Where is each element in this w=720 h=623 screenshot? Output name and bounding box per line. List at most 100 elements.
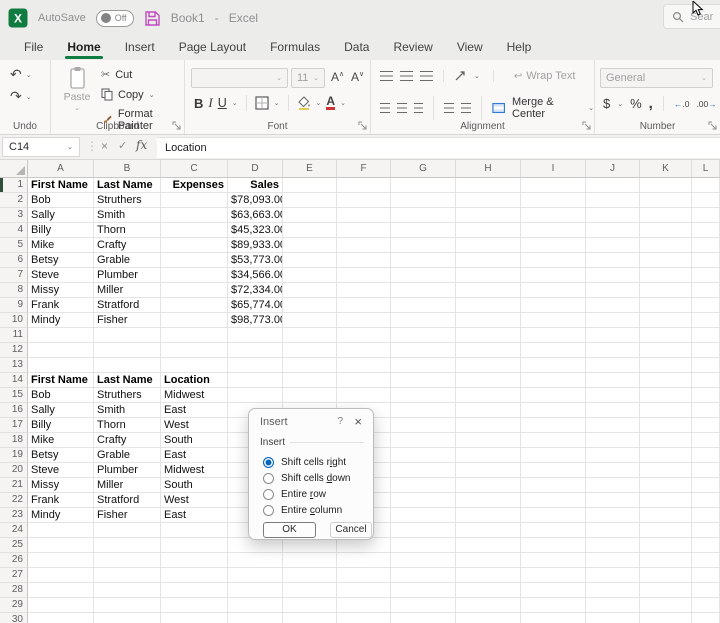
row-header-7[interactable]: 7 <box>0 268 28 283</box>
tab-review[interactable]: Review <box>381 36 444 60</box>
cell-B10[interactable]: Fisher <box>94 313 161 328</box>
cell-F5[interactable] <box>337 238 391 253</box>
formula-input[interactable]: Location <box>157 137 720 158</box>
cell-A19[interactable]: Betsy <box>28 448 94 463</box>
cell-H17[interactable] <box>456 418 521 433</box>
row-header-9[interactable]: 9 <box>0 298 28 313</box>
cell-D6[interactable]: $53,773.00 <box>228 253 283 268</box>
cell-A20[interactable]: Steve <box>28 463 94 478</box>
comma-format-button[interactable]: , <box>649 99 653 109</box>
confirm-entry-icon[interactable]: ✓ <box>118 139 127 152</box>
cell-B6[interactable]: Grable <box>94 253 161 268</box>
cell-C30[interactable] <box>161 613 228 623</box>
cell-C27[interactable] <box>161 568 228 583</box>
cell-J20[interactable] <box>586 463 640 478</box>
cell-I10[interactable] <box>521 313 586 328</box>
cell-D13[interactable] <box>228 358 283 373</box>
cell-I20[interactable] <box>521 463 586 478</box>
italic-button[interactable]: I <box>208 95 212 111</box>
cell-F27[interactable] <box>337 568 391 583</box>
cell-G25[interactable] <box>391 538 456 553</box>
close-icon[interactable]: × <box>354 414 362 429</box>
cell-K25[interactable] <box>640 538 692 553</box>
cell-B22[interactable]: Stratford <box>94 493 161 508</box>
cell-H7[interactable] <box>456 268 521 283</box>
font-dialog-launcher-icon[interactable] <box>358 121 367 130</box>
cell-L1[interactable] <box>692 178 720 193</box>
wrap-text-button[interactable]: ↩ Wrap Text <box>514 70 576 82</box>
column-header-A[interactable]: A <box>28 160 94 178</box>
column-header-C[interactable]: C <box>161 160 228 178</box>
cell-G6[interactable] <box>391 253 456 268</box>
cell-F29[interactable] <box>337 598 391 613</box>
cell-E4[interactable] <box>283 223 337 238</box>
cell-A5[interactable]: Mike <box>28 238 94 253</box>
percent-format-button[interactable]: % <box>630 96 642 111</box>
cell-I1[interactable] <box>521 178 586 193</box>
tab-view[interactable]: View <box>445 36 495 60</box>
cell-L5[interactable] <box>692 238 720 253</box>
cell-I13[interactable] <box>521 358 586 373</box>
cell-L23[interactable] <box>692 508 720 523</box>
row-header-26[interactable]: 26 <box>0 553 28 568</box>
row-header-4[interactable]: 4 <box>0 223 28 238</box>
column-header-J[interactable]: J <box>586 160 640 178</box>
cell-C4[interactable] <box>161 223 228 238</box>
cell-D25[interactable] <box>228 538 283 553</box>
cell-E30[interactable] <box>283 613 337 623</box>
cell-G9[interactable] <box>391 298 456 313</box>
cut-button[interactable]: ✂ Cut <box>101 68 184 81</box>
cell-E25[interactable] <box>283 538 337 553</box>
cell-C16[interactable]: East <box>161 403 228 418</box>
help-icon[interactable]: ? <box>337 416 343 427</box>
cell-F8[interactable] <box>337 283 391 298</box>
cell-D15[interactable] <box>228 388 283 403</box>
cell-C26[interactable] <box>161 553 228 568</box>
cell-K16[interactable] <box>640 403 692 418</box>
cell-D4[interactable]: $45,323.00 <box>228 223 283 238</box>
cell-A1[interactable]: First Name <box>28 178 94 193</box>
cell-C21[interactable]: South <box>161 478 228 493</box>
cell-H16[interactable] <box>456 403 521 418</box>
cell-C15[interactable]: Midwest <box>161 388 228 403</box>
cell-B4[interactable]: Thorn <box>94 223 161 238</box>
cell-J9[interactable] <box>586 298 640 313</box>
cell-B18[interactable]: Crafty <box>94 433 161 448</box>
cell-I22[interactable] <box>521 493 586 508</box>
cell-G20[interactable] <box>391 463 456 478</box>
cell-E6[interactable] <box>283 253 337 268</box>
chevron-down-icon[interactable]: ⌄ <box>617 100 623 108</box>
redo-button[interactable]: ↷ ⌄ <box>10 88 32 105</box>
cancel-entry-icon[interactable]: × <box>101 139 108 153</box>
cell-H30[interactable] <box>456 613 521 623</box>
chevron-down-icon[interactable]: ⌄ <box>474 72 480 80</box>
cell-A10[interactable]: Mindy <box>28 313 94 328</box>
cell-G3[interactable] <box>391 208 456 223</box>
cell-F1[interactable] <box>337 178 391 193</box>
cell-B8[interactable]: Miller <box>94 283 161 298</box>
cell-C7[interactable] <box>161 268 228 283</box>
cell-J4[interactable] <box>586 223 640 238</box>
cell-A2[interactable]: Bob <box>28 193 94 208</box>
insert-function-icon[interactable]: fx <box>136 138 147 152</box>
cell-H8[interactable] <box>456 283 521 298</box>
cell-G4[interactable] <box>391 223 456 238</box>
column-header-B[interactable]: B <box>94 160 161 178</box>
tab-data[interactable]: Data <box>332 36 381 60</box>
cell-H3[interactable] <box>456 208 521 223</box>
name-box[interactable]: C14 ⌄ <box>2 137 80 157</box>
cell-J27[interactable] <box>586 568 640 583</box>
cell-G19[interactable] <box>391 448 456 463</box>
cell-F12[interactable] <box>337 343 391 358</box>
chevron-down-icon[interactable]: ⌄ <box>232 99 238 107</box>
cell-C14[interactable]: Location <box>161 373 228 388</box>
number-dialog-launcher-icon[interactable] <box>708 121 717 130</box>
cell-C10[interactable] <box>161 313 228 328</box>
chevron-down-icon[interactable]: ⌄ <box>316 99 322 107</box>
cell-J12[interactable] <box>586 343 640 358</box>
save-icon[interactable] <box>144 10 161 27</box>
cell-A9[interactable]: Frank <box>28 298 94 313</box>
cell-A29[interactable] <box>28 598 94 613</box>
cell-D14[interactable] <box>228 373 283 388</box>
row-header-6[interactable]: 6 <box>0 253 28 268</box>
